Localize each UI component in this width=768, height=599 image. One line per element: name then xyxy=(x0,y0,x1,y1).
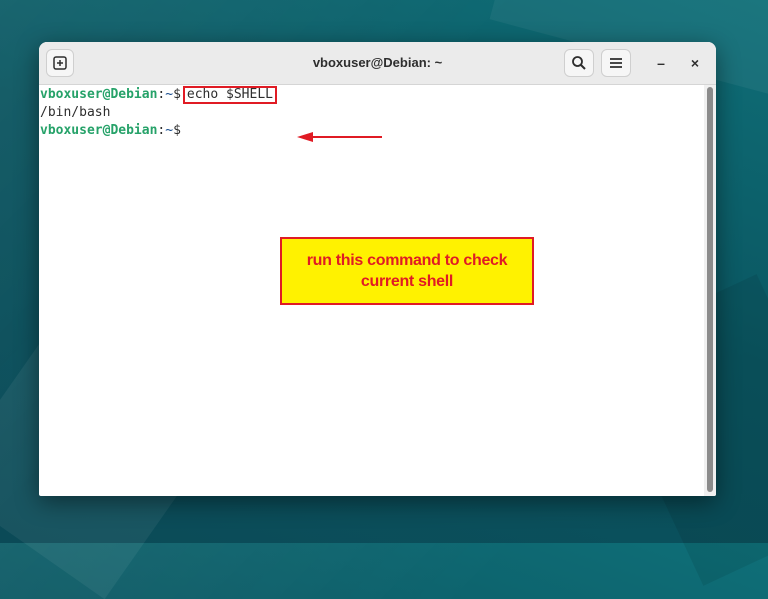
terminal-line: vboxuser@Debian:~$ echo $SHELL xyxy=(40,86,277,104)
annotation-arrow-icon xyxy=(297,132,382,142)
scrollbar-thumb[interactable] xyxy=(707,87,713,492)
minimize-button[interactable]: – xyxy=(651,53,671,73)
menu-button[interactable] xyxy=(601,49,631,77)
title-bar[interactable]: vboxuser@Debian: ~ – × xyxy=(39,42,716,85)
hamburger-menu-icon xyxy=(610,58,622,68)
search-icon xyxy=(572,56,586,70)
terminal-line: vboxuser@Debian:~$ xyxy=(40,122,181,140)
terminal-line: /bin/bash xyxy=(40,104,110,122)
search-button[interactable] xyxy=(564,49,594,77)
command-output: /bin/bash xyxy=(40,105,111,120)
prompt-path: ~ xyxy=(165,87,174,102)
command-text: echo $SHELL xyxy=(182,86,277,104)
prompt-symbol: $ xyxy=(173,87,181,102)
prompt-symbol: $ xyxy=(173,123,181,138)
terminal-output[interactable]: vboxuser@Debian:~$ echo $SHELL /bin/bash … xyxy=(39,85,704,496)
prompt-user-host: vboxuser@Debian xyxy=(40,123,158,138)
terminal-window: vboxuser@Debian: ~ – × vboxuser@Debian:~… xyxy=(39,42,716,496)
annotation-callout: run this command to check current shell xyxy=(280,237,534,305)
prompt-user-host: vboxuser@Debian xyxy=(40,87,158,102)
prompt-path: ~ xyxy=(165,123,174,138)
close-button[interactable]: × xyxy=(685,53,705,73)
scrollbar[interactable] xyxy=(704,85,716,496)
